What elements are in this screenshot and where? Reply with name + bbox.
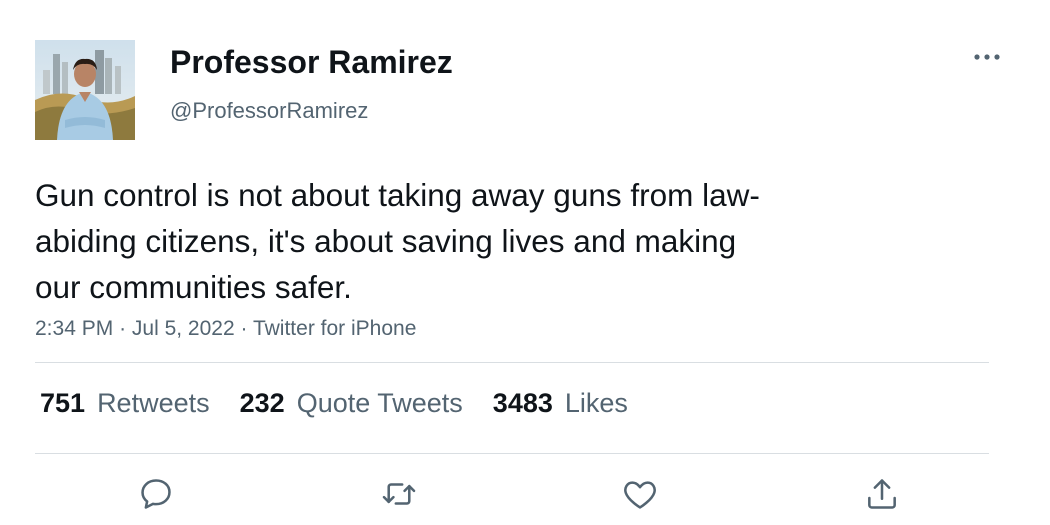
likes-stat[interactable]: 3483 Likes [493,388,628,419]
share-icon[interactable] [863,475,901,513]
like-icon[interactable] [621,475,659,513]
handle[interactable]: @ProfessorRamirez [170,98,368,124]
quote-tweets-label: Quote Tweets [296,388,463,418]
likes-label: Likes [564,388,628,418]
tweet-text-line: our communities safer. [35,269,352,305]
retweet-icon[interactable] [380,475,418,513]
quote-tweets-count: 232 [239,388,285,418]
tweet-source[interactable]: Twitter for iPhone [253,317,416,340]
meta-separator: · [119,317,127,340]
reply-icon[interactable] [137,475,175,513]
tweet-text-line: Gun control is not about taking away gun… [35,177,760,213]
tweet-text-line: abiding citizens, it's about saving live… [35,223,737,259]
avatar[interactable] [35,40,135,140]
tweet-stats: 751 Retweets 232 Quote Tweets 3483 Likes [40,388,628,419]
tweet-meta: 2:34 PM · Jul 5, 2022 · Twitter for iPho… [35,317,416,341]
display-name[interactable]: Professor Ramirez [170,44,453,81]
divider [35,453,989,454]
tweet-text: Gun control is not about taking away gun… [35,172,895,310]
more-options-icon[interactable] [970,47,1004,67]
retweets-stat[interactable]: 751 Retweets [40,388,210,419]
tweet-time[interactable]: 2:34 PM [35,317,113,340]
retweets-count: 751 [40,388,86,418]
retweets-label: Retweets [97,388,210,418]
meta-separator: · [240,317,248,340]
tweet-date[interactable]: Jul 5, 2022 [132,317,235,340]
divider [35,362,989,363]
quote-tweets-stat[interactable]: 232 Quote Tweets [240,388,463,419]
profile-photo-icon [35,40,135,140]
likes-count: 3483 [492,388,553,418]
